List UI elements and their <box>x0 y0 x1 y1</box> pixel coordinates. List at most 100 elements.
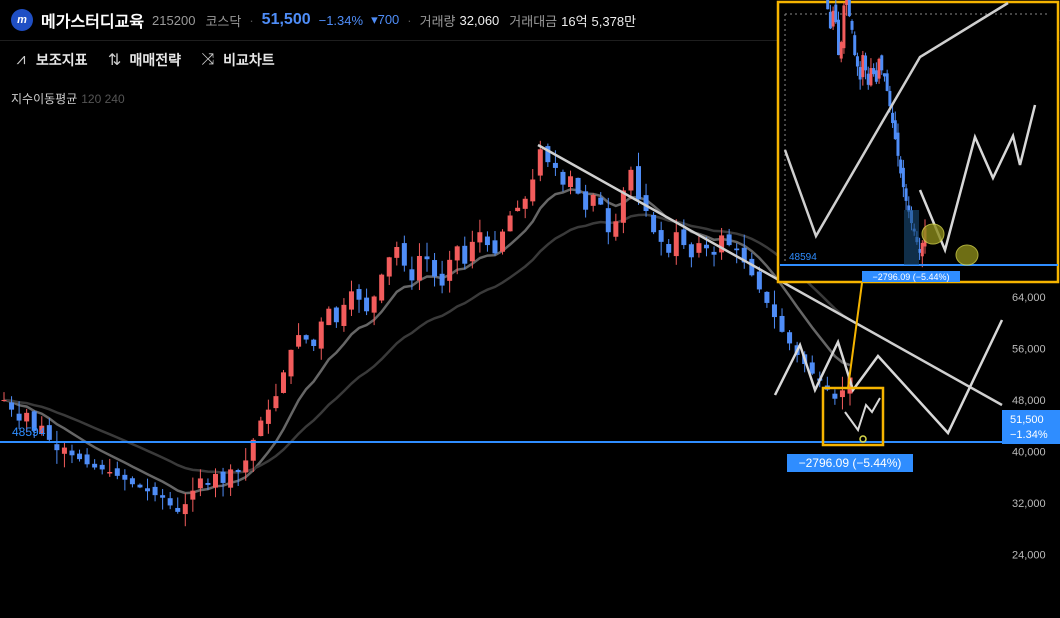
inset-candle-body <box>834 4 838 23</box>
inset-marker-2 <box>955 244 979 266</box>
candle-body <box>537 149 543 176</box>
candle-body <box>311 339 317 346</box>
candle-body <box>583 191 589 210</box>
inset-candle-body <box>869 68 873 86</box>
inset-candle-body <box>893 120 897 140</box>
support-level-label: 48594 <box>12 425 46 439</box>
candle-body <box>243 460 249 473</box>
inset-candle-body <box>861 55 865 78</box>
moving-average-lines <box>3 188 851 495</box>
candle-body <box>175 507 181 512</box>
y-tick-label: 56,000 <box>1012 344 1046 356</box>
candle-body <box>651 214 657 233</box>
candle-body <box>756 271 762 290</box>
zoom-inset: 48594 −2796.09 (−5.44%) <box>776 0 1060 284</box>
candle-body <box>356 289 362 300</box>
candle-body <box>107 472 113 474</box>
inset-candle-body <box>888 90 892 107</box>
candle-body <box>84 454 90 465</box>
candle-body <box>643 195 649 211</box>
price-axis: 72,00064,00056,00048,00040,00032,00024,0… <box>1012 241 1046 562</box>
candle-body <box>439 273 445 286</box>
measure-label: −2796.09 (−5.44%) <box>799 456 902 470</box>
inset-candle-body <box>845 0 849 5</box>
y-tick-label: 24,000 <box>1012 549 1046 561</box>
inset-candle-body <box>896 132 900 156</box>
candle-body <box>24 412 30 422</box>
inset-candle-body <box>828 11 832 29</box>
candle-body <box>1 400 7 401</box>
candle-body <box>447 259 453 281</box>
candle-body <box>703 244 709 249</box>
candle-body <box>832 393 838 399</box>
inset-candle-body <box>891 112 895 124</box>
inset-candle-body <box>904 188 908 201</box>
candle-body <box>424 256 430 260</box>
candle-body <box>114 468 120 476</box>
candle-body <box>190 490 196 500</box>
candle-body <box>137 484 143 488</box>
candle-body <box>590 194 596 206</box>
inset-candle-body <box>839 42 843 59</box>
candle-body <box>500 231 506 252</box>
candle-body <box>560 171 566 185</box>
inset-candle-body <box>874 70 878 82</box>
y-tick-label: 40,000 <box>1012 446 1046 458</box>
candle-body <box>409 269 415 281</box>
inset-candle-body <box>885 73 889 91</box>
candle-body <box>197 478 203 489</box>
y-tick-label: 32,000 <box>1012 498 1046 510</box>
candle-body <box>228 469 234 488</box>
inset-candle-body <box>864 55 868 71</box>
inset-marker-1 <box>921 223 945 245</box>
candle-body <box>530 179 536 202</box>
candlesticks <box>1 140 853 527</box>
candle-body <box>386 257 392 277</box>
candle-body <box>454 246 460 261</box>
candle-body <box>296 335 302 347</box>
candle-body <box>469 241 475 262</box>
candle-body <box>364 297 370 312</box>
candle-body <box>265 409 271 424</box>
candle-body <box>515 207 521 212</box>
candle-body <box>54 444 60 451</box>
inset-candle-body <box>850 21 854 30</box>
candle-body <box>9 402 15 410</box>
moving-average-line <box>3 188 851 495</box>
candle-body <box>333 307 339 323</box>
inset-candle-body <box>880 55 884 71</box>
candle-body <box>568 176 574 188</box>
candle-body <box>348 291 354 310</box>
candle-body <box>613 221 619 237</box>
inset-candle-body <box>899 159 903 174</box>
candle-body <box>258 420 264 437</box>
candle-body <box>77 453 83 460</box>
candle-body <box>477 232 483 243</box>
candle-body <box>213 473 218 488</box>
inset-measure-label: −2796.09 (−5.44%) <box>872 272 949 282</box>
candle-body <box>129 478 135 485</box>
candle-body <box>605 208 611 233</box>
candle-body <box>771 304 777 318</box>
candle-body <box>764 291 770 303</box>
candle-body <box>280 372 286 393</box>
candle-body <box>507 215 513 232</box>
candle-body <box>492 240 498 254</box>
candle-body <box>681 229 687 246</box>
candle-body <box>522 198 528 209</box>
price-chart[interactable]: 48594 −2796.09 (−5.44%) 72,00064,00056,0… <box>0 0 1060 618</box>
candle-body <box>235 469 241 472</box>
candle-body <box>69 450 75 456</box>
candle-body <box>726 234 732 246</box>
inset-candle-body <box>837 19 841 56</box>
candle-body <box>658 230 664 242</box>
current-price-tag-change: −1.34% <box>1010 429 1048 441</box>
highlight-box[interactable] <box>821 386 885 447</box>
candle-body <box>484 236 490 246</box>
candle-body <box>688 244 694 258</box>
inset-candle-body <box>901 167 905 188</box>
candle-body <box>318 321 324 349</box>
candle-body <box>787 332 793 344</box>
candle-body <box>734 248 740 251</box>
candle-body <box>167 498 173 506</box>
